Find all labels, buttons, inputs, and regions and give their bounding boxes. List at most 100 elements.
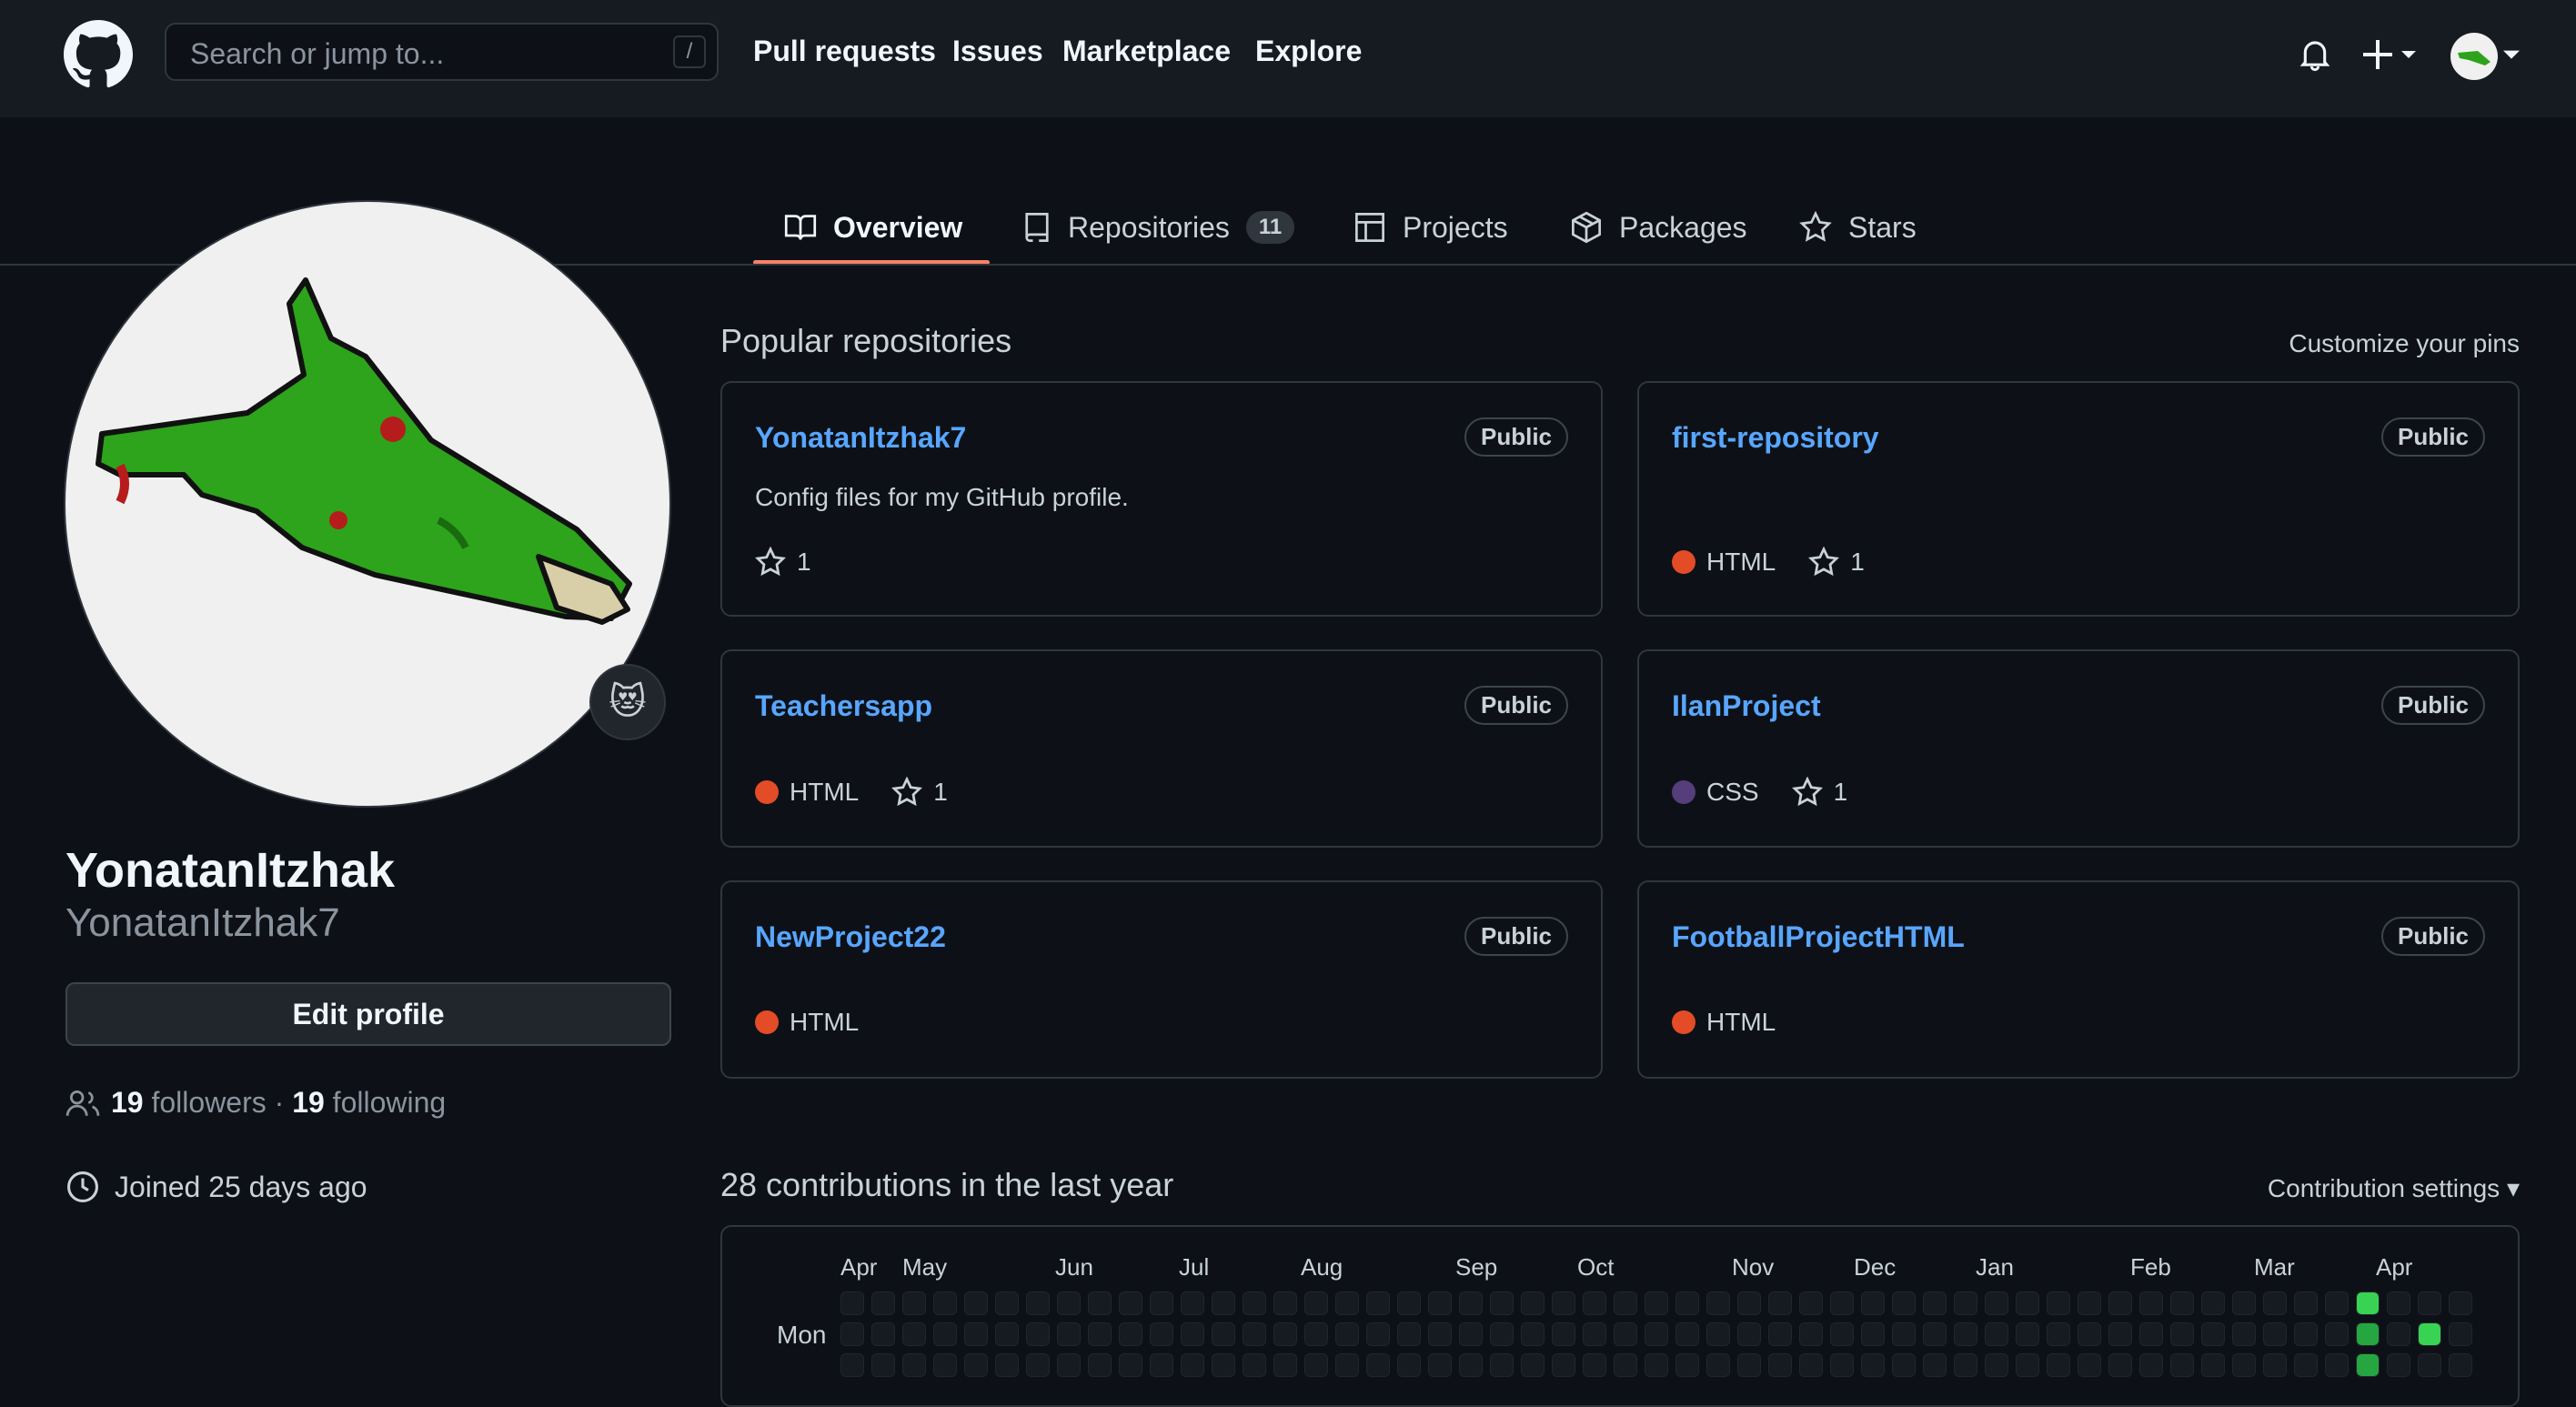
contribution-day-cell[interactable] xyxy=(2325,1353,2349,1377)
contribution-day-cell[interactable] xyxy=(2078,1291,2101,1315)
contribution-day-cell[interactable] xyxy=(1428,1353,1452,1377)
contribution-day-cell[interactable] xyxy=(1614,1353,1637,1377)
contribution-day-cell[interactable] xyxy=(2170,1322,2194,1346)
contribution-day-cell[interactable] xyxy=(1181,1322,1204,1346)
contribution-day-cell[interactable] xyxy=(933,1353,957,1377)
contribution-day-cell[interactable] xyxy=(964,1291,988,1315)
contribution-day-cell[interactable] xyxy=(1366,1291,1390,1315)
contribution-day-cell[interactable] xyxy=(1737,1322,1761,1346)
contribution-day-cell[interactable] xyxy=(2387,1353,2410,1377)
contribution-day-cell[interactable] xyxy=(2201,1291,2225,1315)
contribution-day-cell[interactable] xyxy=(871,1322,895,1346)
contribution-day-cell[interactable] xyxy=(1397,1291,1421,1315)
repo-name-link[interactable]: IlanProject xyxy=(1672,689,1821,723)
contribution-day-cell[interactable] xyxy=(1830,1291,1854,1315)
contribution-day-cell[interactable] xyxy=(840,1322,864,1346)
contribution-day-cell[interactable] xyxy=(1954,1322,1977,1346)
search-input[interactable]: Search or jump to... / xyxy=(165,23,719,81)
contribution-day-cell[interactable] xyxy=(2108,1322,2132,1346)
contribution-day-cell[interactable] xyxy=(2294,1353,2318,1377)
contribution-day-cell[interactable] xyxy=(2170,1291,2194,1315)
contribution-day-cell[interactable] xyxy=(840,1291,864,1315)
contribution-day-cell[interactable] xyxy=(933,1322,957,1346)
contribution-day-cell[interactable] xyxy=(1706,1291,1730,1315)
contribution-day-cell[interactable] xyxy=(1273,1322,1297,1346)
contribution-day-cell[interactable] xyxy=(902,1322,926,1346)
contribution-day-cell[interactable] xyxy=(2418,1291,2441,1315)
contribution-day-cell[interactable] xyxy=(1088,1353,1112,1377)
contribution-day-cell[interactable] xyxy=(1212,1291,1235,1315)
contribution-day-cell[interactable] xyxy=(1552,1322,1575,1346)
contribution-day-cell[interactable] xyxy=(2387,1291,2410,1315)
contribution-day-cell[interactable] xyxy=(1057,1353,1081,1377)
contribution-day-cell[interactable] xyxy=(1273,1353,1297,1377)
contribution-day-cell[interactable] xyxy=(1985,1322,2008,1346)
contribution-day-cell[interactable] xyxy=(1088,1322,1112,1346)
contribution-day-cell[interactable] xyxy=(2016,1353,2039,1377)
contribution-day-cell[interactable] xyxy=(1304,1291,1328,1315)
contribution-day-cell[interactable] xyxy=(2356,1322,2380,1346)
contribution-day-cell[interactable] xyxy=(1119,1353,1142,1377)
contribution-day-cell[interactable] xyxy=(1645,1291,1668,1315)
contribution-day-cell[interactable] xyxy=(1150,1353,1173,1377)
contribution-day-cell[interactable] xyxy=(1304,1353,1328,1377)
repo-stars-link[interactable]: 1 xyxy=(1791,777,1847,808)
contribution-day-cell[interactable] xyxy=(1521,1291,1545,1315)
contribution-day-cell[interactable] xyxy=(2418,1353,2441,1377)
repo-name-link[interactable]: FootballProjectHTML xyxy=(1672,920,1965,954)
contribution-day-cell[interactable] xyxy=(1985,1291,2008,1315)
contribution-day-cell[interactable] xyxy=(1614,1322,1637,1346)
repo-stars-link[interactable]: 1 xyxy=(891,777,948,808)
contribution-day-cell[interactable] xyxy=(1830,1353,1854,1377)
contribution-day-cell[interactable] xyxy=(1892,1291,1916,1315)
contribution-day-cell[interactable] xyxy=(840,1353,864,1377)
contribution-day-cell[interactable] xyxy=(2047,1322,2070,1346)
nav-issues[interactable]: Issues xyxy=(952,35,1043,68)
customize-pins-link[interactable]: Customize your pins xyxy=(2289,329,2520,358)
contribution-day-cell[interactable] xyxy=(1243,1291,1266,1315)
contribution-day-cell[interactable] xyxy=(1768,1353,1792,1377)
contribution-day-cell[interactable] xyxy=(1366,1322,1390,1346)
following-count[interactable]: 19 xyxy=(292,1086,325,1120)
contribution-day-cell[interactable] xyxy=(1830,1322,1854,1346)
contribution-day-cell[interactable] xyxy=(1026,1322,1050,1346)
contribution-day-cell[interactable] xyxy=(2232,1353,2256,1377)
contribution-day-cell[interactable] xyxy=(995,1291,1019,1315)
contribution-day-cell[interactable] xyxy=(2325,1291,2349,1315)
contribution-day-cell[interactable] xyxy=(1150,1291,1173,1315)
contribution-day-cell[interactable] xyxy=(2418,1322,2441,1346)
contribution-day-cell[interactable] xyxy=(902,1291,926,1315)
contribution-day-cell[interactable] xyxy=(871,1353,895,1377)
contribution-day-cell[interactable] xyxy=(1954,1291,1977,1315)
contribution-day-cell[interactable] xyxy=(1892,1353,1916,1377)
contribution-day-cell[interactable] xyxy=(1583,1322,1606,1346)
following-link[interactable]: following xyxy=(333,1086,447,1120)
contribution-day-cell[interactable] xyxy=(2449,1322,2472,1346)
contribution-day-cell[interactable] xyxy=(1150,1322,1173,1346)
contribution-day-cell[interactable] xyxy=(1675,1322,1699,1346)
contribution-settings-dropdown[interactable]: Contribution settings ▾ xyxy=(2268,1173,2520,1203)
contribution-day-cell[interactable] xyxy=(1428,1322,1452,1346)
contribution-day-cell[interactable] xyxy=(1706,1322,1730,1346)
contribution-day-cell[interactable] xyxy=(902,1353,926,1377)
contribution-day-cell[interactable] xyxy=(2139,1353,2163,1377)
contribution-day-cell[interactable] xyxy=(1768,1291,1792,1315)
followers-count[interactable]: 19 xyxy=(111,1086,144,1120)
contribution-day-cell[interactable] xyxy=(2356,1291,2380,1315)
contribution-day-cell[interactable] xyxy=(1459,1322,1483,1346)
contribution-day-cell[interactable] xyxy=(1181,1291,1204,1315)
contribution-day-cell[interactable] xyxy=(2387,1322,2410,1346)
contribution-day-cell[interactable] xyxy=(2232,1291,2256,1315)
contribution-day-cell[interactable] xyxy=(1397,1322,1421,1346)
contribution-day-cell[interactable] xyxy=(2449,1353,2472,1377)
contribution-day-cell[interactable] xyxy=(2356,1353,2380,1377)
github-logo-icon[interactable] xyxy=(64,20,133,89)
bell-icon[interactable] xyxy=(2298,36,2332,73)
contribution-day-cell[interactable] xyxy=(1459,1291,1483,1315)
repo-name-link[interactable]: Teachersapp xyxy=(755,689,932,723)
status-emoji-button[interactable]: 😻 xyxy=(589,664,666,740)
contribution-day-cell[interactable] xyxy=(2294,1322,2318,1346)
contribution-day-cell[interactable] xyxy=(1057,1291,1081,1315)
contribution-day-cell[interactable] xyxy=(1212,1322,1235,1346)
contribution-day-cell[interactable] xyxy=(2201,1322,2225,1346)
